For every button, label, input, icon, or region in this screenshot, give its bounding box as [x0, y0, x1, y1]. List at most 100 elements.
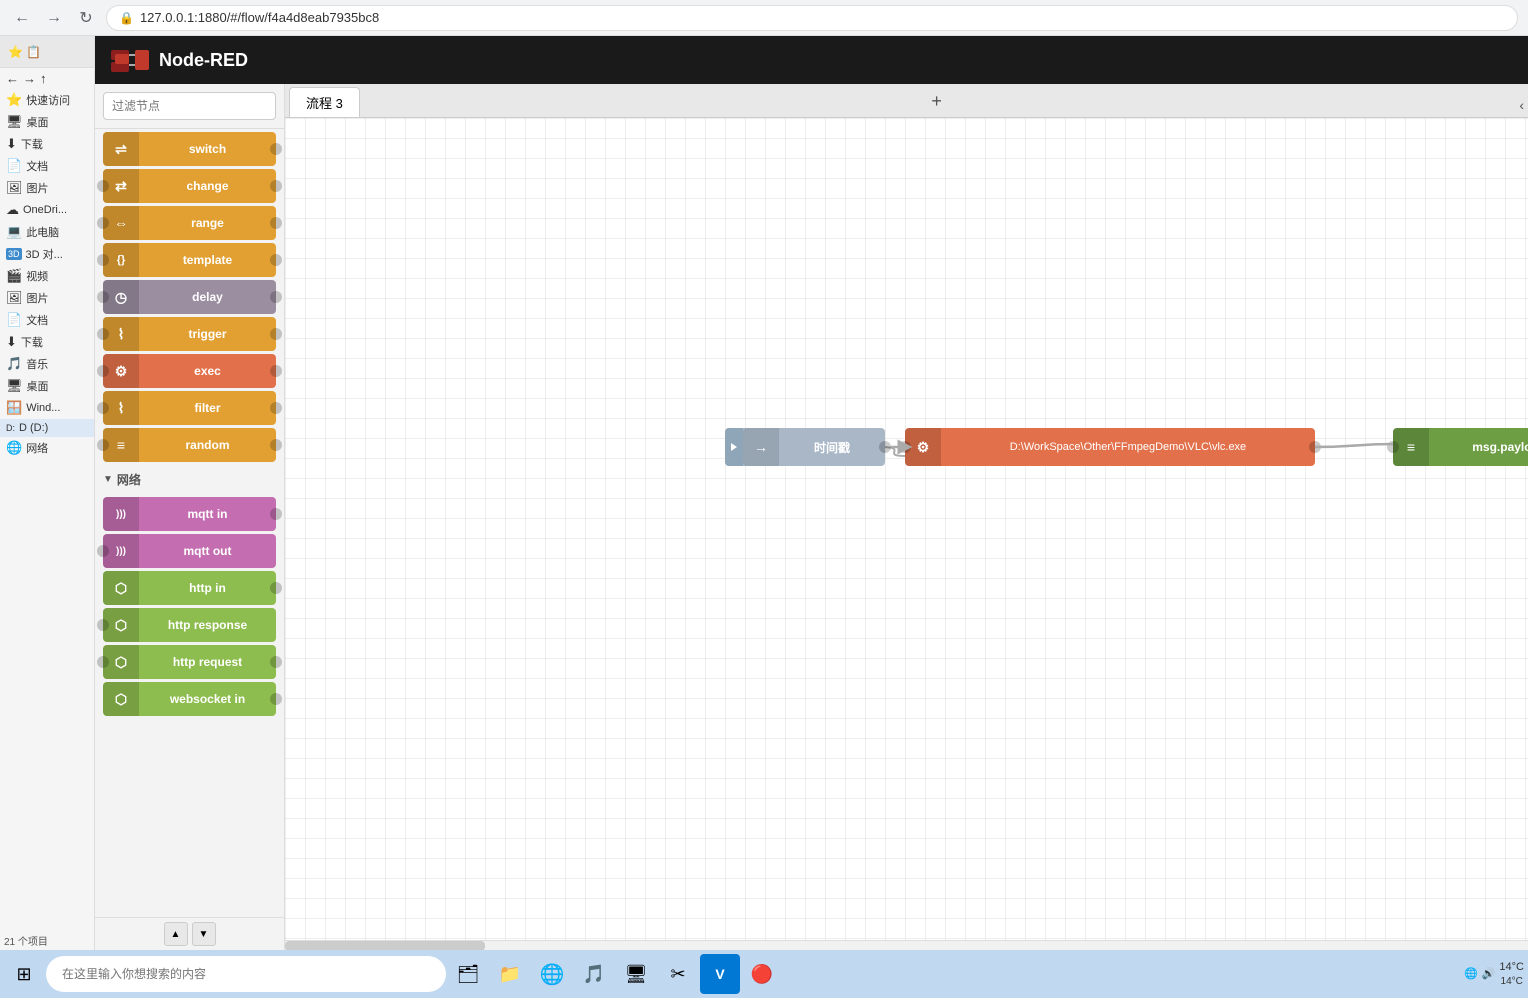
sidebar-3d[interactable]: 3D 3D 对... — [0, 243, 94, 265]
sidebar-thispc[interactable]: 💻 此电脑 — [0, 221, 94, 243]
network-category-label: 网络 — [117, 471, 141, 488]
canvas-hscroll[interactable] — [285, 940, 1528, 950]
nr-palette: ⇌ switch ⇄ change ⇔ range — [95, 84, 285, 950]
canvas-node-exec[interactable]: ⚙ D:\WorkSpace\Other\FFmpegDemo\VLC\vlc.… — [905, 428, 1315, 466]
pics2-icon: 🖼 — [6, 290, 23, 306]
sidebar-windows[interactable]: 🪟 Wind... — [0, 397, 94, 419]
canvas-node-inject[interactable]: → 时间戳 — [725, 428, 885, 466]
random-label: random — [139, 438, 276, 452]
snip-taskbar-button[interactable]: ✂ — [658, 954, 698, 994]
http-response-label: http response — [139, 618, 276, 632]
scroll-down-button[interactable]: ▼ — [192, 922, 216, 946]
flow-connectors — [285, 118, 1528, 940]
back-button[interactable]: ← — [10, 6, 34, 30]
win-explorer-sidebar: ⭐ 📋 ← → ↑ ⭐ 快速访问 🖥 桌面 ⬇ 下载 📄 文档 🖼 图片 ☁ O… — [0, 36, 95, 950]
media-taskbar-button[interactable]: 🎵 — [574, 954, 614, 994]
change-left-port — [97, 180, 109, 192]
http-response-left-port — [97, 619, 109, 631]
trigger-label: trigger — [139, 327, 276, 341]
nr-taskbar-button[interactable]: 🔴 — [742, 954, 782, 994]
palette-scroll-arrows: ▲ ▼ — [95, 917, 284, 950]
palette-node-change[interactable]: ⇄ change — [103, 169, 276, 203]
debug-left-port — [1387, 441, 1399, 453]
nr-taskbar-icon: 🔴 — [751, 964, 773, 985]
canvas-hscroll-thumb[interactable] — [285, 941, 485, 950]
music-label: 音乐 — [26, 356, 48, 372]
taskbar: ⊞ 🗂 📁 🌐 🎵 🖥 ✂ V 🔴 🌐 🔊 14°C 14°C — [0, 950, 1528, 998]
palette-category-network[interactable]: ▼ 网络 — [95, 465, 284, 494]
palette-node-mqtt-out[interactable]: ))) mqtt out — [103, 534, 276, 568]
palette-node-range[interactable]: ⇔ range — [103, 206, 276, 240]
vscode-taskbar-button[interactable]: V — [700, 954, 740, 994]
palette-node-filter[interactable]: ⌇ filter — [103, 391, 276, 425]
add-tab-button[interactable]: + — [925, 89, 949, 113]
snip-icon: ✂ — [670, 964, 685, 985]
terminal-taskbar-button[interactable]: 🖥 — [616, 954, 656, 994]
inject-button[interactable] — [725, 428, 743, 466]
range-left-port — [97, 217, 109, 229]
sidebar-documents[interactable]: 📄 文档 — [0, 155, 94, 177]
palette-node-template[interactable]: {} template — [103, 243, 276, 277]
onedrive-icon: ☁ — [6, 202, 19, 218]
range-label: range — [139, 216, 276, 230]
url-bar[interactable]: 🔒 127.0.0.1:1880/#/flow/f4a4d8eab7935bc8 — [106, 5, 1518, 31]
palette-node-http-response[interactable]: ⬡ http response — [103, 608, 276, 642]
exec-palette-right-port — [270, 365, 282, 377]
inject-node-icon: → — [743, 428, 779, 466]
change-right-port — [270, 180, 282, 192]
forward-button[interactable]: → — [42, 6, 66, 30]
sidebar-quickaccess[interactable]: ⭐ 快速访问 — [0, 89, 94, 111]
range-right-port — [270, 217, 282, 229]
palette-node-random[interactable]: ≡ random — [103, 428, 276, 462]
websocket-in-icon: ⬡ — [103, 682, 139, 716]
chrome-taskbar-button[interactable]: 🌐 — [532, 954, 572, 994]
sidebar-desktop[interactable]: 🖥 桌面 — [0, 111, 94, 133]
pictures-label: 图片 — [27, 180, 49, 196]
explorer-taskbar-button[interactable]: 📁 — [490, 954, 530, 994]
palette-node-http-request[interactable]: ⬡ http request — [103, 645, 276, 679]
sidebar-desktop2[interactable]: 🖥 桌面 — [0, 375, 94, 397]
reload-button[interactable]: ↻ — [74, 6, 98, 30]
taskview-button[interactable]: 🗂 — [448, 954, 488, 994]
dl2-label: 下载 — [21, 334, 43, 350]
sidebar-ddrive[interactable]: D: D (D:) — [0, 419, 94, 437]
collapse-sidebar-button[interactable]: ‹ — [1519, 97, 1524, 113]
sidebar-dl2[interactable]: ⬇ 下载 — [0, 331, 94, 353]
sidebar-video[interactable]: 🎬 视频 — [0, 265, 94, 287]
palette-node-mqtt-in[interactable]: ))) mqtt in — [103, 497, 276, 531]
exec-right-port — [1309, 441, 1321, 453]
palette-node-http-in[interactable]: ⬡ http in — [103, 571, 276, 605]
desktop-label: 桌面 — [27, 114, 49, 130]
palette-node-trigger[interactable]: ⌇ trigger — [103, 317, 276, 351]
sidebar-onedrive[interactable]: ☁ OneDri... — [0, 199, 94, 221]
chrome-icon: 🌐 — [540, 962, 565, 987]
sidebar-docs2[interactable]: 📄 文档 — [0, 309, 94, 331]
network-status-icon: 🌐 — [1464, 967, 1478, 980]
palette-node-exec[interactable]: ⚙ exec — [103, 354, 276, 388]
downloads-label: 下载 — [21, 136, 43, 152]
palette-node-delay[interactable]: ◷ delay — [103, 280, 276, 314]
palette-node-switch[interactable]: ⇌ switch — [103, 132, 276, 166]
win-nav-back[interactable]: ← → ↑ — [0, 68, 94, 89]
filter-right-port — [270, 402, 282, 414]
sidebar-music[interactable]: 🎵 音乐 — [0, 353, 94, 375]
palette-search-input[interactable] — [103, 92, 276, 120]
palette-node-websocket-in[interactable]: ⬡ websocket in — [103, 682, 276, 716]
tab-flow3[interactable]: 流程 3 — [289, 87, 360, 117]
inject-node-label: 时间戳 — [779, 439, 885, 456]
scroll-up-button[interactable]: ▲ — [164, 922, 188, 946]
canvas-node-debug[interactable]: ≡ msg.payload ≡ — [1393, 428, 1528, 466]
start-button[interactable]: ⊞ — [4, 954, 44, 994]
switch-right-port — [270, 143, 282, 155]
flow-canvas[interactable]: → 时间戳 ⚙ D:\WorkSpace\Other\FFmpegDemo\VL… — [285, 118, 1528, 940]
sidebar-pics2[interactable]: 🖼 图片 — [0, 287, 94, 309]
sidebar-pictures[interactable]: 🖼 图片 — [0, 177, 94, 199]
http-in-icon: ⬡ — [103, 571, 139, 605]
app-container: Node-RED ⇌ switch ⇄ change — [95, 36, 1528, 950]
sidebar-network[interactable]: 🌐 网络 — [0, 437, 94, 459]
taskbar-search-input[interactable] — [46, 956, 446, 992]
inject-right-port — [879, 441, 891, 453]
template-right-port — [270, 254, 282, 266]
trigger-left-port — [97, 328, 109, 340]
sidebar-downloads[interactable]: ⬇ 下载 — [0, 133, 94, 155]
